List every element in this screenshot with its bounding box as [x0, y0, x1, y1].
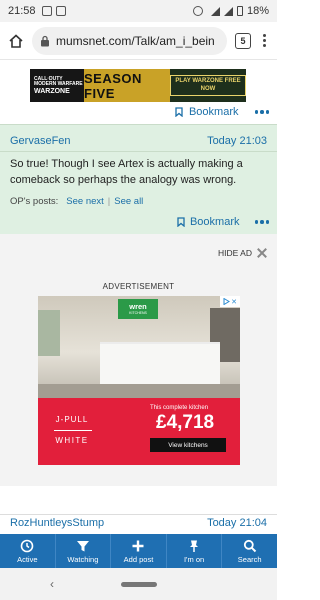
nav-label: Watching: [67, 555, 99, 564]
alarm-icon: [192, 6, 203, 16]
view-kitchens-button[interactable]: View kitchens: [150, 438, 226, 452]
url-text: mumsnet.com/Talk/am_i_bein: [56, 33, 215, 48]
battery-icon: [236, 6, 243, 16]
clock-icon: [20, 538, 34, 554]
post-1-bookmark-button[interactable]: Bookmark: [189, 106, 239, 118]
banner-season: SEASON FIVE: [84, 69, 170, 102]
status-right: 18%: [192, 5, 269, 17]
url-bar[interactable]: mumsnet.com/Talk/am_i_bein: [32, 26, 227, 55]
post-2-actions: Bookmark: [177, 216, 269, 228]
style-line2: WHITE: [55, 436, 89, 445]
browser-toolbar: mumsnet.com/Talk/am_i_bein 5: [0, 22, 277, 60]
lock-icon: [40, 35, 50, 47]
search-icon: [243, 538, 257, 554]
post-time[interactable]: Today 21:03: [207, 135, 267, 147]
see-all-link[interactable]: See all: [114, 196, 143, 207]
more-menu-icon[interactable]: [257, 34, 271, 47]
tab-count-button[interactable]: 5: [235, 32, 251, 49]
calendar-icon: [55, 6, 66, 16]
ad-tagline: This complete kitchen: [150, 405, 209, 411]
hide-ad-label: HIDE AD: [217, 248, 252, 258]
logo-sub: KITCHENS: [129, 310, 147, 315]
android-nav-bar: ‹: [0, 568, 277, 600]
post-1-more-icon[interactable]: [254, 110, 269, 114]
status-time: 21:58: [8, 5, 36, 17]
kitchen-ad[interactable]: wren KITCHENS ✕ J-PULL WHITE This comple…: [38, 296, 240, 465]
adchoices-icon[interactable]: ✕: [220, 296, 240, 307]
notification-icon: [41, 6, 52, 16]
bookmark-icon[interactable]: [175, 107, 183, 118]
post-author[interactable]: RozHuntleysStump: [10, 517, 104, 529]
post-2-more-icon[interactable]: [254, 220, 269, 224]
nav-label: I'm on: [183, 555, 205, 564]
pin-icon: [187, 538, 201, 554]
bottom-toolbar: Active Watching Add post I'm on Search: [0, 534, 277, 568]
nav-search[interactable]: Search: [222, 534, 277, 568]
hide-ad-button[interactable]: HIDE AD: [218, 248, 267, 258]
plus-icon: [131, 538, 145, 554]
post-3: RozHuntleysStump Today 21:04: [0, 486, 277, 534]
nav-label: Add post: [123, 555, 154, 564]
banner-brand: CALL·DUTY MODERN WARFARE WARZONE: [30, 69, 84, 102]
style-divider: [54, 430, 92, 431]
page: 21:58 18% mumsnet.com/Talk/am_i_bein 5 C…: [0, 0, 277, 600]
op-posts-nav: OP's posts: See next | See all: [10, 196, 143, 207]
ad-offer-panel: J-PULL WHITE This complete kitchen £4,71…: [38, 398, 240, 465]
photo-island: [100, 342, 220, 384]
banner-cta-area: PLAY WARZONE FREE NOW: [170, 69, 246, 102]
signal-icon: [223, 6, 233, 16]
post-1-actions: Bookmark: [175, 106, 269, 118]
nav-watching[interactable]: Watching: [56, 534, 112, 568]
post-author[interactable]: GervaseFen: [10, 135, 71, 147]
post-divider: [0, 151, 277, 152]
nav-label: Search: [237, 555, 262, 564]
post-divider: [0, 514, 277, 515]
kitchen-photo: wren KITCHENS ✕: [38, 296, 240, 398]
status-bar: 21:58 18%: [0, 0, 277, 22]
ad-region: HIDE AD ADVERTISEMENT wren KITCHENS ✕ J-…: [0, 234, 277, 486]
back-icon[interactable]: ‹: [50, 577, 54, 591]
advertisement-label: ADVERTISEMENT: [102, 282, 175, 291]
photo-floor: [38, 384, 240, 398]
photo-window: [38, 310, 60, 356]
banner-brand-line3: WARZONE: [34, 87, 70, 95]
wifi-icon: [210, 6, 220, 16]
post-2-bookmark-button[interactable]: Bookmark: [190, 216, 240, 228]
post-time[interactable]: Today 21:04: [207, 517, 267, 529]
nav-label: Active: [17, 555, 38, 564]
nav-add-post[interactable]: Add post: [111, 534, 167, 568]
divider: |: [107, 196, 111, 207]
post-2: GervaseFen Today 21:03 So true! Though I…: [0, 124, 277, 234]
banner-cta[interactable]: PLAY WARZONE FREE NOW: [170, 75, 246, 96]
close-icon[interactable]: [257, 248, 267, 258]
post-1-footer: Bookmark: [0, 106, 277, 124]
filter-icon: [76, 538, 90, 554]
style-line1: J-PULL: [55, 415, 89, 424]
nav-active[interactable]: Active: [0, 534, 56, 568]
op-posts-label: OP's posts:: [10, 196, 59, 207]
home-pill-icon[interactable]: [121, 582, 157, 587]
battery-percent: 18%: [246, 5, 269, 17]
nav-im-on[interactable]: I'm on: [167, 534, 223, 568]
ad-close-icon[interactable]: ✕: [231, 298, 237, 306]
logo-text: wren: [129, 302, 147, 311]
banner-brand-line2: MODERN WARFARE: [34, 80, 83, 87]
top-banner-area: CALL·DUTY MODERN WARFARE WARZONE SEASON …: [0, 60, 277, 110]
see-next-link[interactable]: See next: [66, 196, 104, 207]
post-body: So true! Though I see Artex is actually …: [10, 158, 243, 186]
game-banner-ad[interactable]: CALL·DUTY MODERN WARFARE WARZONE SEASON …: [30, 69, 246, 102]
bookmark-icon[interactable]: [177, 217, 185, 228]
home-icon[interactable]: [6, 31, 26, 51]
wren-logo: wren KITCHENS: [118, 299, 158, 319]
ad-price: £4,718: [156, 412, 215, 433]
